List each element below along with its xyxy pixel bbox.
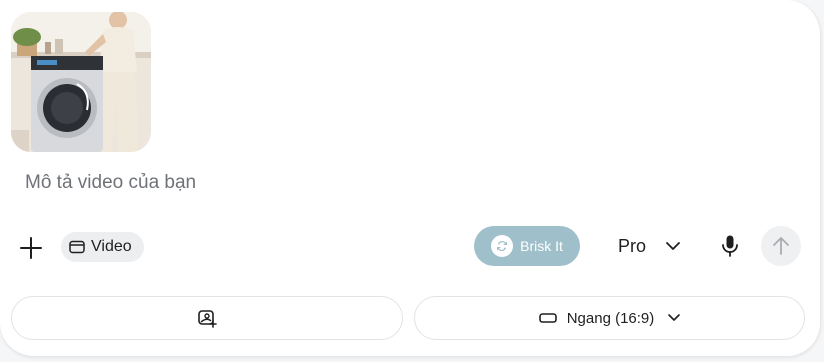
landscape-ratio-icon bbox=[538, 313, 557, 323]
plus-icon bbox=[20, 237, 42, 259]
attached-image-thumbnail[interactable] bbox=[11, 12, 151, 152]
add-image-button[interactable] bbox=[11, 296, 403, 340]
aspect-ratio-selector[interactable]: Ngang (16:9) bbox=[414, 296, 805, 340]
model-label: Pro bbox=[618, 235, 647, 256]
chevron-down-icon bbox=[666, 241, 680, 250]
microphone-icon bbox=[722, 235, 738, 257]
send-button[interactable] bbox=[761, 226, 801, 266]
chevron-down-icon bbox=[668, 314, 681, 321]
aspect-ratio-label: Ngang (16:9) bbox=[566, 309, 655, 327]
brisk-it-button[interactable]: Brisk It bbox=[474, 226, 580, 266]
video-mode-label: Video bbox=[91, 238, 132, 255]
video-icon bbox=[69, 240, 85, 254]
microphone-button[interactable] bbox=[716, 232, 744, 260]
video-mode-chip[interactable]: Video bbox=[61, 232, 144, 262]
brisk-it-label: Brisk It bbox=[520, 238, 563, 254]
image-add-icon bbox=[198, 310, 217, 328]
arrow-up-icon bbox=[773, 237, 789, 255]
prompt-input[interactable]: Mô tả video của bạn bbox=[25, 172, 196, 194]
brisk-logo-icon bbox=[491, 235, 514, 257]
page: Mô tả video của bạn Video Brisk It Pro N… bbox=[0, 0, 824, 362]
video-composer-card: Mô tả video của bạn Video Brisk It Pro N… bbox=[0, 0, 821, 357]
add-button[interactable] bbox=[17, 234, 45, 262]
washing-machine-illustration bbox=[11, 12, 151, 152]
model-selector[interactable]: Pro bbox=[608, 230, 690, 262]
